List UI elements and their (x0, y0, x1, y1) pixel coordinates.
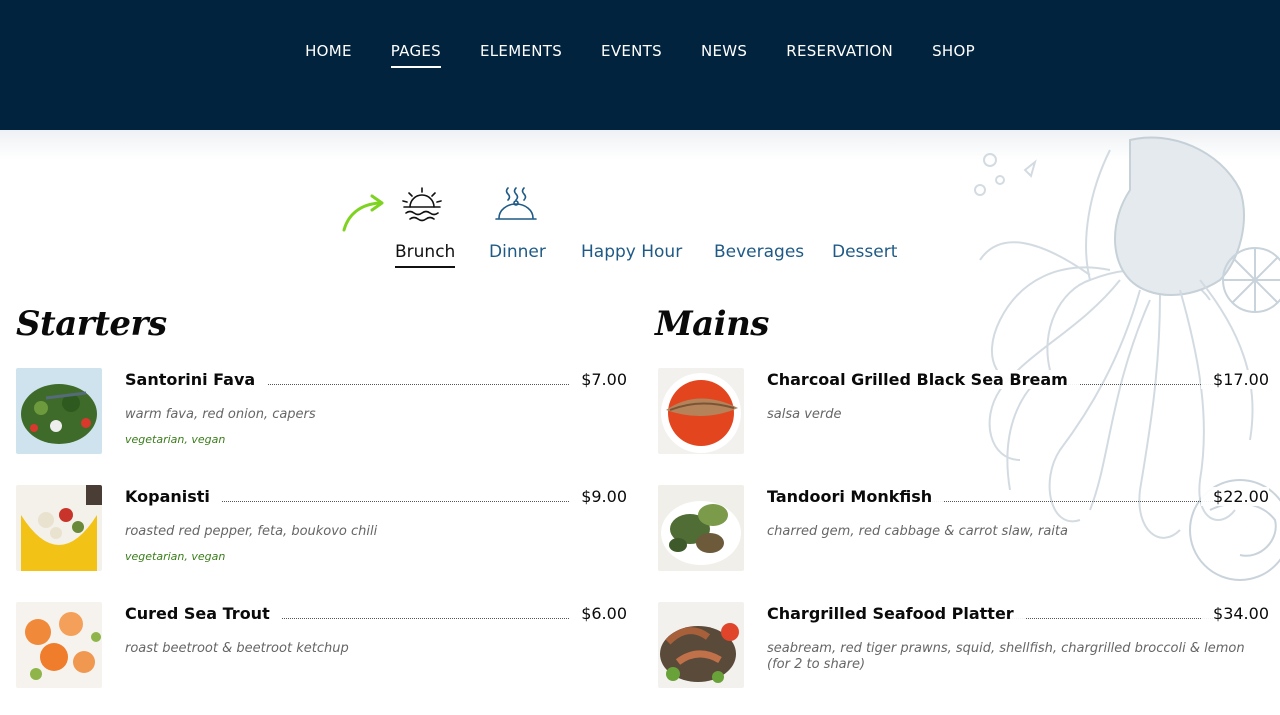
dish-image (658, 602, 744, 688)
nav-news[interactable]: NEWS (701, 42, 747, 68)
dish-price: $9.00 (569, 487, 627, 506)
site-header: HOME PAGES ELEMENTS EVENTS NEWS RESERVAT… (0, 0, 1280, 130)
mains-title: Mains (655, 304, 769, 344)
dish-description: roast beetroot & beetroot ketchup (125, 641, 349, 656)
dish-image (658, 485, 744, 571)
dotted-leader (928, 501, 1213, 502)
dish-tags: vegetarian, vegan (125, 550, 226, 563)
dish-description: salsa verde (767, 407, 842, 422)
nav-pages[interactable]: PAGES (390, 42, 441, 68)
dish-name: Chargrilled Seafood Platter (767, 604, 1026, 623)
dish-name: Tandoori Monkfish (767, 487, 945, 506)
nav-home[interactable]: HOME (305, 42, 352, 68)
menu-item: Charcoal Grilled Black Sea Bream $17.00 … (658, 368, 1269, 458)
nav-reservation[interactable]: RESERVATION (786, 42, 893, 68)
nav-events[interactable]: EVENTS (601, 42, 662, 68)
menu-tabs: Brunch Dinner Happy Hour Beverages Desse… (0, 242, 1280, 272)
dotted-leader (262, 618, 571, 619)
dish-image (16, 485, 102, 571)
dotted-leader (251, 384, 571, 385)
dish-price: $7.00 (569, 370, 627, 389)
dish-description: charred gem, red cabbage & carrot slaw, … (767, 524, 1068, 539)
dish-name: Santorini Fava (125, 370, 268, 389)
menu-item: Cured Sea Trout $6.00 roast beetroot & b… (16, 602, 627, 692)
dish-price: $17.00 (1201, 370, 1269, 389)
menu-item: Kopanisti $9.00 roasted red pepper, feta… (16, 485, 627, 575)
dish-name: Charcoal Grilled Black Sea Bream (767, 370, 1080, 389)
dish-image (658, 368, 744, 454)
nav-shop[interactable]: SHOP (932, 42, 975, 68)
tab-beverages[interactable]: Beverages (714, 242, 804, 266)
tab-brunch[interactable]: Brunch (395, 242, 456, 268)
dish-description: warm fava, red onion, capers (125, 407, 316, 422)
dish-description: seabream, red tiger prawns, squid, shell… (767, 641, 1245, 672)
tab-happy-hour[interactable]: Happy Hour (581, 242, 682, 266)
menu-item: Santorini Fava $7.00 warm fava, red onio… (16, 368, 627, 458)
dish-price: $6.00 (569, 604, 627, 623)
dish-tags: vegetarian, vegan (125, 433, 226, 446)
main-nav: HOME PAGES ELEMENTS EVENTS NEWS RESERVAT… (0, 42, 1280, 68)
curved-arrow-icon (342, 194, 384, 232)
sunrise-icon (402, 187, 442, 222)
dish-name: Kopanisti (125, 487, 222, 506)
dish-price: $34.00 (1201, 604, 1269, 623)
nav-elements[interactable]: ELEMENTS (480, 42, 562, 68)
dish-price: $22.00 (1201, 487, 1269, 506)
starters-title: Starters (16, 304, 167, 344)
dish-name: Cured Sea Trout (125, 604, 282, 623)
dotted-leader (998, 618, 1213, 619)
dish-description: roasted red pepper, feta, boukovo chili (125, 524, 378, 539)
cloche-icon (495, 187, 537, 220)
dish-image (16, 602, 102, 688)
menu-item: Tandoori Monkfish $22.00 charred gem, re… (658, 485, 1269, 575)
dish-image (16, 368, 102, 454)
tab-dessert[interactable]: Dessert (832, 242, 897, 266)
menu-item: Chargrilled Seafood Platter $34.00 seabr… (658, 602, 1269, 692)
tab-dinner[interactable]: Dinner (489, 242, 546, 266)
dotted-leader (212, 501, 571, 502)
